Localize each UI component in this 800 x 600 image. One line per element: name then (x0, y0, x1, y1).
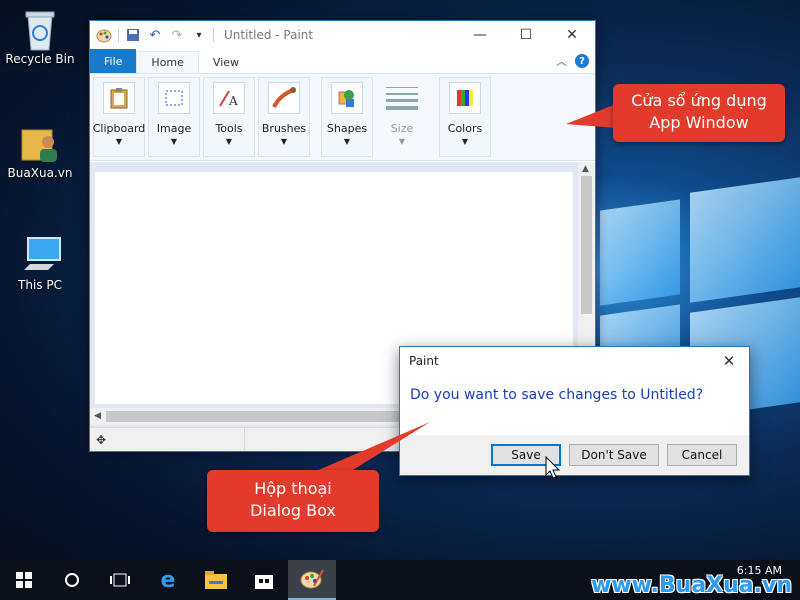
paint-app-icon (96, 27, 112, 43)
store-icon (255, 575, 273, 589)
callout-text: Dialog Box (250, 501, 336, 520)
chevron-down-icon: ▼ (280, 137, 288, 146)
dialog-title-bar: Paint ✕ (400, 347, 749, 375)
size-icon (386, 82, 418, 114)
computer-icon (20, 234, 61, 274)
ribbon-group-brushes[interactable]: Brushes ▼ (258, 77, 310, 157)
chevron-down-icon: ▼ (398, 137, 406, 146)
task-view-icon (110, 573, 130, 587)
callout-dialog-box: Hộp thoại Dialog Box (207, 470, 379, 532)
search-icon (65, 573, 79, 587)
minimize-icon[interactable]: — (457, 21, 503, 49)
collapse-ribbon-icon[interactable]: ︿ (556, 53, 567, 69)
taskbar: e 6:15 AM www.BuaXua.vn (0, 560, 800, 600)
scroll-left-icon[interactable]: ◀ (94, 411, 101, 421)
ribbon-group-clipboard[interactable]: Clipboard ▼ (93, 77, 145, 157)
move-cursor-icon: ✥ (96, 432, 107, 447)
ribbon-group-label: Clipboard (92, 122, 146, 135)
scroll-up-icon[interactable]: ▲ (582, 164, 589, 174)
ribbon-group-label: Size (390, 122, 414, 135)
redo-icon[interactable]: ↷ (169, 27, 185, 43)
save-dialog: Paint ✕ Do you want to save changes to U… (399, 346, 750, 476)
dialog-message: Do you want to save changes to Untitled? (410, 387, 704, 403)
watermark: www.BuaXua.vn (590, 573, 792, 598)
ribbon: Clipboard ▼ Image ▼ A Tools ▼ Brushes ▼ (90, 73, 595, 161)
ribbon-group-shapes[interactable]: Shapes ▼ (321, 77, 373, 157)
scroll-thumb[interactable] (581, 176, 592, 314)
callout-app-window: Cửa sổ ứng dụng App Window (613, 84, 785, 142)
ribbon-group-label: Image (156, 122, 192, 135)
callout-text: Hộp thoại (254, 479, 332, 498)
cancel-button[interactable]: Cancel (667, 444, 737, 466)
clipboard-icon (103, 82, 135, 114)
undo-icon[interactable]: ↶ (147, 27, 163, 43)
save-icon[interactable] (125, 27, 141, 43)
windows-icon (16, 572, 32, 588)
ribbon-tabs: File Home View ︿ ? (90, 49, 595, 73)
window-title: Untitled - Paint (224, 28, 314, 42)
callout-text: App Window (649, 113, 749, 132)
paint-taskbar-button[interactable] (288, 560, 336, 600)
chevron-down-icon: ▼ (170, 137, 178, 146)
recycle-bin-icon (20, 8, 60, 51)
divider (213, 28, 214, 42)
desktop-icon-label: This PC (18, 278, 62, 292)
svg-text:A: A (228, 94, 238, 108)
close-icon[interactable]: ✕ (709, 352, 749, 370)
divider (118, 28, 119, 42)
ribbon-group-label: Colors (447, 122, 483, 135)
status-cursor-position: ✥ (90, 428, 245, 451)
tab-home[interactable]: Home (136, 51, 199, 73)
start-button[interactable] (0, 560, 48, 600)
title-bar: ↶ ↷ ▾ Untitled - Paint — ☐ ✕ (90, 21, 595, 49)
chevron-down-icon: ▼ (225, 137, 233, 146)
select-icon (158, 82, 190, 114)
help-icon[interactable]: ? (575, 54, 589, 68)
dont-save-button[interactable]: Don't Save (569, 444, 659, 466)
chevron-down-icon: ▼ (115, 137, 123, 146)
mouse-cursor-icon (545, 456, 561, 479)
close-icon[interactable]: ✕ (549, 21, 595, 49)
desktop-icon-recycle-bin[interactable]: Recycle Bin (1, 8, 79, 66)
palette-icon (449, 82, 481, 114)
store-button[interactable] (240, 560, 288, 600)
ribbon-group-label: Brushes (261, 122, 307, 135)
desktop-icon-label: BuaXua.vn (7, 166, 73, 180)
folder-icon (205, 571, 227, 589)
edge-button[interactable]: e (144, 560, 192, 600)
tab-view[interactable]: View (199, 51, 253, 73)
ribbon-group-label: Shapes (326, 122, 368, 135)
edge-icon: e (160, 567, 176, 593)
desktop-icon-buaxua[interactable]: BuaXua.vn (1, 122, 79, 180)
callout-pointer-app (566, 104, 616, 128)
search-button[interactable] (48, 560, 96, 600)
task-view-button[interactable] (96, 560, 144, 600)
quick-access-toolbar: ↶ ↷ ▾ (90, 27, 214, 43)
chevron-down-icon: ▼ (461, 137, 469, 146)
ribbon-group-tools[interactable]: A Tools ▼ (203, 77, 255, 157)
desktop-icon-label: Recycle Bin (5, 52, 75, 66)
dialog-button-bar: Save Don't Save Cancel (400, 435, 749, 475)
tools-icon: A (213, 82, 245, 114)
tab-file[interactable]: File (90, 49, 137, 73)
chevron-down-icon: ▼ (343, 137, 351, 146)
shapes-icon (331, 82, 363, 114)
file-explorer-button[interactable] (192, 560, 240, 600)
dialog-title: Paint (409, 354, 439, 368)
scroll-thumb[interactable] (106, 411, 406, 422)
callout-text: Cửa sổ ứng dụng (631, 91, 767, 110)
ribbon-group-size[interactable]: Size ▼ (376, 77, 428, 157)
ribbon-group-image[interactable]: Image ▼ (148, 77, 200, 157)
desktop-icon-this-pc[interactable]: This PC (1, 234, 79, 292)
maximize-icon[interactable]: ☐ (503, 21, 549, 49)
ribbon-group-colors[interactable]: Colors ▼ (439, 77, 491, 157)
user-folder-icon (20, 122, 60, 162)
paint-app-icon (300, 569, 324, 589)
brush-icon (268, 82, 300, 114)
ribbon-group-label: Tools (215, 122, 243, 135)
customize-toolbar-icon[interactable]: ▾ (191, 27, 207, 43)
